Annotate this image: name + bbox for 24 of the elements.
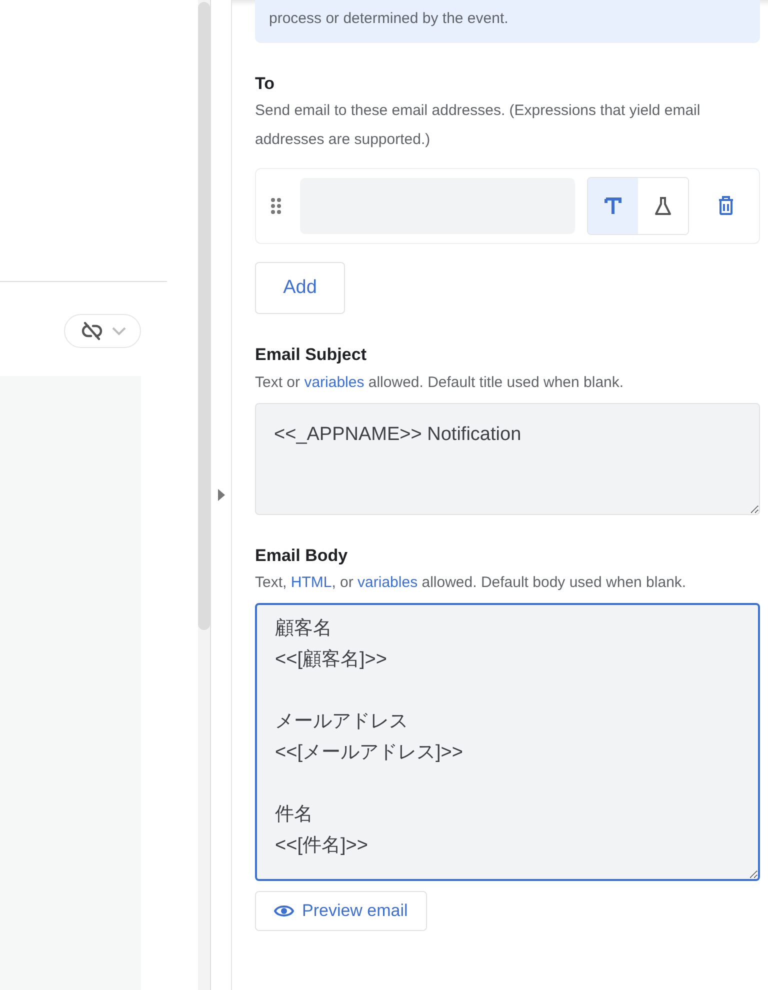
subject-field[interactable]: <<_APPNAME>> Notification xyxy=(255,402,760,514)
field-label: Email Subject xyxy=(255,344,368,366)
link-toggle[interactable] xyxy=(64,314,141,348)
field-label: To xyxy=(255,72,276,94)
preview-button[interactable]: Preview email xyxy=(255,891,427,930)
text-icon xyxy=(604,197,622,215)
info-note: process or determined by the event. xyxy=(255,0,760,42)
field-label: Email Body xyxy=(255,544,349,566)
help-link[interactable]: HTML xyxy=(290,574,332,591)
help-text: Text, HTML, or variables allowed. Default body used when blank. xyxy=(255,573,688,593)
eye-icon xyxy=(274,904,294,918)
unlink-icon xyxy=(80,321,104,341)
body-field[interactable]: 顧客名 <<[顧客名]>> メールアドレス <<[メールアドレス]>> 件名 <<[件名]>> xyxy=(255,603,760,881)
help-text: Send email to these email addresses. (Expressions that yield email addresses are supported.) xyxy=(255,101,702,150)
help-text: Text or variables allowed. Default title used when blank. xyxy=(255,372,625,392)
expand-arrow-icon[interactable] xyxy=(218,489,224,501)
help-link[interactable]: variables xyxy=(304,374,364,390)
add-button[interactable]: Add xyxy=(255,262,345,314)
chevron-down-icon xyxy=(112,326,126,336)
drag-handle-icon[interactable] xyxy=(270,197,282,215)
trash-icon xyxy=(718,196,734,216)
mode-toggle[interactable] xyxy=(588,178,638,234)
flask-icon xyxy=(653,196,673,216)
help-link[interactable]: variables xyxy=(358,574,418,591)
